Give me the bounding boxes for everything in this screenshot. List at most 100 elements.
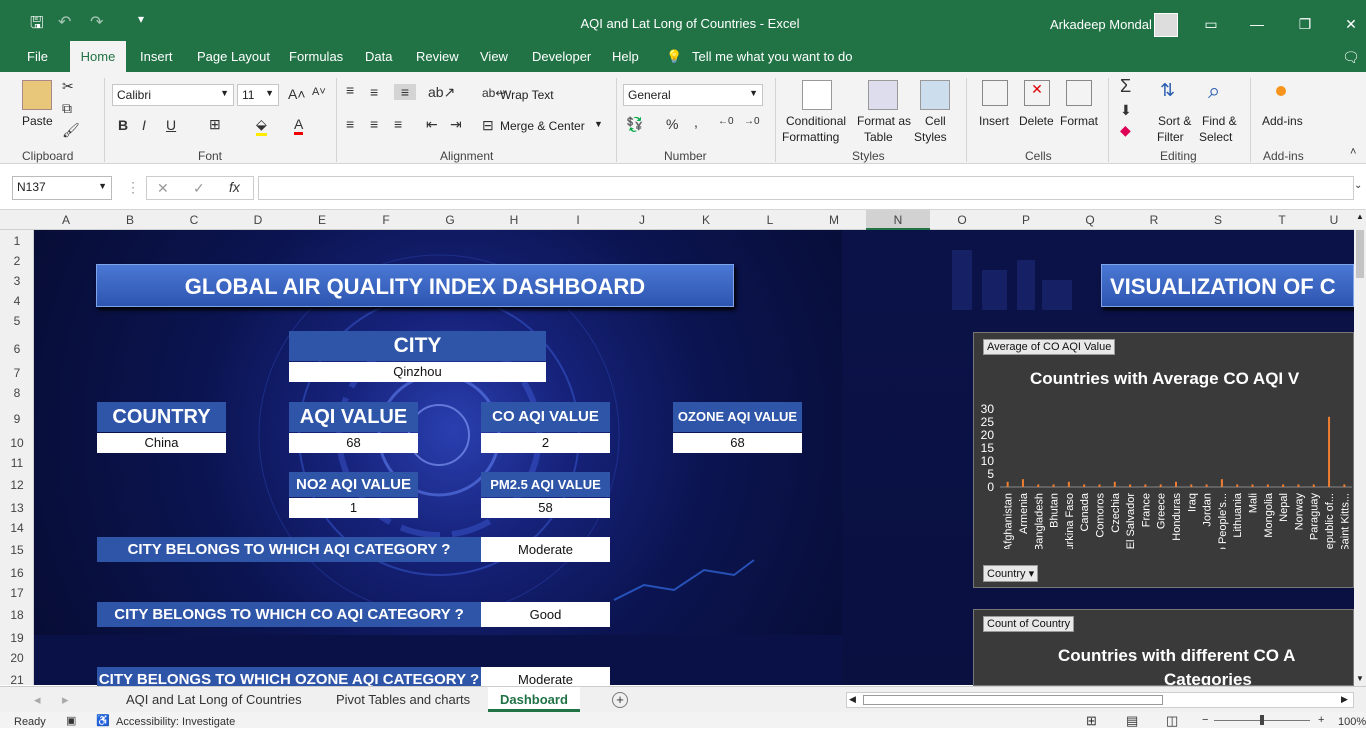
zoom-in-icon[interactable]: + bbox=[1318, 714, 1324, 726]
decrease-decimal-icon[interactable]: →0 bbox=[744, 116, 760, 127]
scroll-right-icon[interactable]: ▶ bbox=[1341, 694, 1348, 705]
paste-label[interactable]: Paste bbox=[22, 114, 53, 128]
row-header[interactable]: 21 bbox=[0, 673, 34, 687]
underline-icon[interactable]: U bbox=[166, 117, 176, 133]
insert-function-icon[interactable]: fx bbox=[229, 179, 240, 195]
scroll-left-icon[interactable]: ◀ bbox=[849, 694, 856, 705]
paste-icon[interactable] bbox=[22, 80, 52, 110]
accessibility-status[interactable]: Accessibility: Investigate bbox=[116, 716, 235, 728]
row-header[interactable]: 14 bbox=[0, 521, 34, 535]
row-header[interactable]: 13 bbox=[0, 501, 34, 515]
cut-icon[interactable]: ✂ bbox=[62, 78, 74, 95]
row-header[interactable]: 10 bbox=[0, 436, 34, 450]
column-header[interactable]: T bbox=[1250, 213, 1314, 227]
align-right-icon[interactable]: ≡ bbox=[394, 116, 402, 132]
city-value[interactable]: Qinzhou bbox=[289, 362, 546, 382]
column-header-selected[interactable]: N bbox=[866, 210, 930, 230]
table-label[interactable]: Table bbox=[864, 130, 893, 144]
row-header[interactable]: 7 bbox=[0, 366, 34, 380]
font-color-icon[interactable]: A bbox=[294, 116, 304, 135]
decrease-font-icon[interactable]: A˅ bbox=[312, 86, 326, 98]
save-icon[interactable]: 🖫 bbox=[30, 12, 44, 39]
column-header[interactable]: B bbox=[98, 213, 162, 227]
scroll-tabs-right-icon[interactable]: ▸ bbox=[62, 692, 69, 708]
formula-input[interactable] bbox=[258, 176, 1354, 200]
redo-icon[interactable]: ↷ bbox=[90, 12, 103, 32]
align-middle-icon[interactable]: ≡ bbox=[370, 84, 378, 100]
co-category-value[interactable]: Good bbox=[481, 602, 610, 627]
format-as-label[interactable]: Format as bbox=[857, 114, 911, 128]
align-bottom-icon[interactable]: ≡ bbox=[394, 84, 416, 100]
currency-icon[interactable]: 💱 bbox=[626, 116, 643, 133]
tab-review[interactable]: Review bbox=[416, 49, 459, 72]
comma-icon[interactable]: , bbox=[694, 114, 698, 130]
customize-qat-icon[interactable]: ▾ bbox=[138, 12, 144, 26]
vertical-scrollbar[interactable]: ▲ ▼ bbox=[1354, 210, 1366, 686]
percent-icon[interactable]: % bbox=[666, 116, 678, 132]
decrease-indent-icon[interactable]: ⇤ bbox=[426, 116, 438, 133]
maximize-icon[interactable]: ❐ bbox=[1290, 12, 1320, 36]
row-header[interactable]: 4 bbox=[0, 294, 34, 308]
row-header[interactable]: 1 bbox=[0, 234, 34, 248]
orientation-icon[interactable]: ab↗ bbox=[428, 84, 455, 101]
name-box[interactable]: N137 ▼ bbox=[12, 176, 112, 200]
row-header[interactable]: 8 bbox=[0, 386, 34, 400]
fill-icon[interactable]: ⬇ bbox=[1120, 102, 1132, 119]
page-layout-view-icon[interactable]: ▤ bbox=[1126, 713, 1138, 729]
scroll-tabs-left-icon[interactable]: ◂ bbox=[34, 692, 41, 708]
fill-color-icon[interactable]: ⬙ bbox=[256, 116, 267, 136]
row-header[interactable]: 17 bbox=[0, 586, 34, 600]
find-label[interactable]: Find & bbox=[1202, 114, 1237, 128]
horizontal-scrollbar[interactable]: ◀ ▶ bbox=[846, 692, 1354, 708]
row-header[interactable]: 5 bbox=[0, 314, 34, 328]
chart-field-button[interactable]: Count of Country bbox=[983, 616, 1075, 632]
ribbon-display-icon[interactable]: ▭ bbox=[1196, 12, 1226, 36]
scroll-thumb[interactable] bbox=[863, 695, 1163, 705]
enter-icon[interactable]: ✓ bbox=[193, 180, 205, 197]
conditional-label[interactable]: Conditional bbox=[786, 114, 846, 128]
column-header[interactable]: S bbox=[1186, 213, 1250, 227]
bold-icon[interactable]: B bbox=[118, 117, 128, 133]
format-cells-button[interactable]: Format bbox=[1060, 114, 1098, 128]
tab-help[interactable]: Help bbox=[612, 49, 639, 72]
column-header[interactable]: O bbox=[930, 213, 994, 227]
tab-view[interactable]: View bbox=[480, 49, 508, 72]
format-painter-icon[interactable]: 🖌 bbox=[62, 122, 80, 139]
font-name-select[interactable]: Calibri ▼ bbox=[112, 84, 234, 106]
column-header[interactable]: C bbox=[162, 213, 226, 227]
tab-developer[interactable]: Developer bbox=[532, 49, 591, 72]
copy-icon[interactable]: ⧉ bbox=[62, 100, 72, 117]
chart-field-button[interactable]: Average of CO AQI Value bbox=[983, 339, 1116, 355]
pm25-aqi-value[interactable]: 58 bbox=[481, 498, 610, 518]
clear-icon[interactable]: ◆ bbox=[1120, 122, 1131, 139]
merge-center-button[interactable]: Merge & Center bbox=[500, 119, 585, 133]
column-header[interactable]: D bbox=[226, 213, 290, 227]
column-header[interactable]: M bbox=[802, 213, 866, 227]
ozone-category-value[interactable]: Moderate bbox=[481, 667, 610, 686]
sheet-tab[interactable]: AQI and Lat Long of Countries bbox=[126, 692, 302, 707]
tab-file[interactable]: File bbox=[27, 49, 48, 72]
cancel-icon[interactable]: ✕ bbox=[157, 180, 169, 197]
number-format-select[interactable]: General ▼ bbox=[623, 84, 763, 106]
row-header[interactable]: 9 bbox=[0, 412, 34, 426]
autosum-icon[interactable]: Σ bbox=[1120, 76, 1131, 97]
row-header[interactable]: 18 bbox=[0, 608, 34, 622]
expand-formula-icon[interactable]: ⌄ bbox=[1354, 180, 1362, 191]
zoom-thumb[interactable] bbox=[1260, 715, 1264, 725]
sort-label[interactable]: Sort & bbox=[1158, 114, 1191, 128]
column-header[interactable]: I bbox=[546, 213, 610, 227]
align-center-icon[interactable]: ≡ bbox=[370, 116, 378, 132]
row-header[interactable]: 11 bbox=[0, 456, 34, 470]
column-header[interactable]: P bbox=[994, 213, 1058, 227]
styles-label[interactable]: Styles bbox=[914, 130, 947, 144]
normal-view-icon[interactable]: ⊞ bbox=[1086, 713, 1097, 729]
column-header[interactable]: E bbox=[290, 213, 354, 227]
column-header[interactable]: F bbox=[354, 213, 418, 227]
tab-insert[interactable]: Insert bbox=[140, 49, 173, 72]
tab-page-layout[interactable]: Page Layout bbox=[197, 49, 270, 72]
accessibility-icon[interactable]: ♿ bbox=[96, 714, 110, 727]
addins-button[interactable]: Add-ins bbox=[1262, 114, 1303, 128]
aqi-value[interactable]: 68 bbox=[289, 433, 418, 453]
sheet-tab-active[interactable]: Dashboard bbox=[488, 687, 580, 712]
tell-me-search[interactable]: Tell me what you want to do bbox=[692, 49, 852, 72]
